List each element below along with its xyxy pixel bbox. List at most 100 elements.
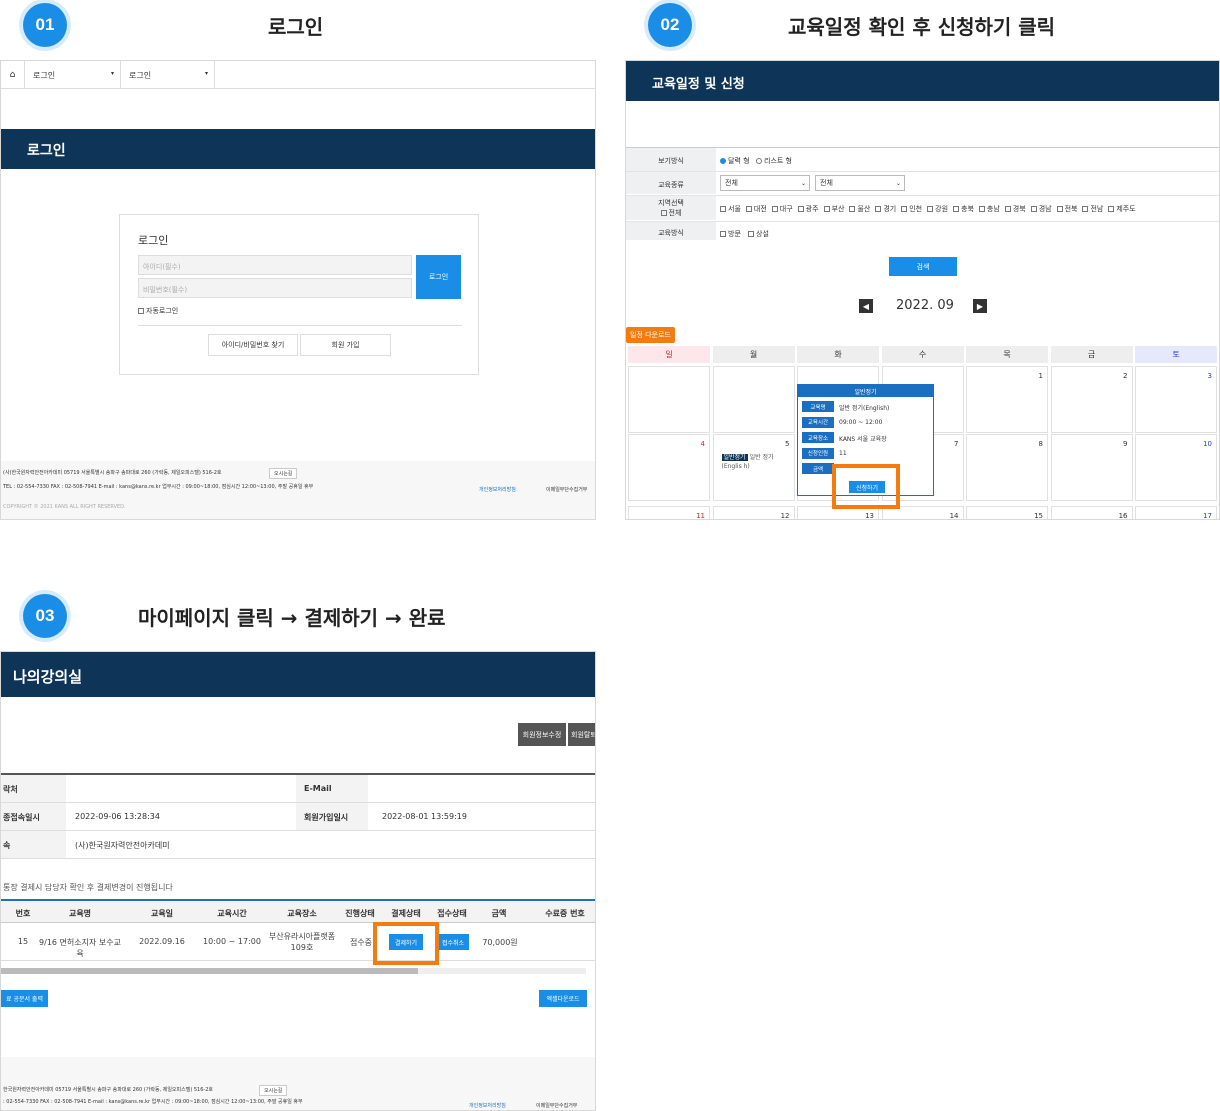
calendar-day-cell[interactable]: 3 <box>1135 366 1217 433</box>
calendar-event[interactable]: 일반정기 일반 정기(Englis h) <box>721 453 792 471</box>
step-2-title: 교육일정 확인 후 신청하기 클릭 <box>788 15 1056 39</box>
day-number: 5 <box>785 440 790 448</box>
info-label: 종접속일시 <box>1 803 66 830</box>
calendar-day-cell[interactable]: 2 <box>1050 366 1133 433</box>
info-label: 속 <box>1 831 66 858</box>
info-label: 락처 <box>1 775 66 802</box>
excel-download-button[interactable]: 엑셀다운로드 <box>539 990 587 1007</box>
scrollbar-thumb[interactable] <box>1 968 418 974</box>
column-header: 진행상태 <box>345 909 375 918</box>
map-button[interactable]: 오시는길 <box>259 1085 288 1096</box>
horizontal-scrollbar[interactable] <box>1 968 586 974</box>
info-value: 2022-09-06 13:28:34 <box>75 812 160 821</box>
nav-menu-1-label: 로그인 <box>33 71 56 80</box>
top-nav: ⌂ 로그인 ▾ 로그인 ▾ <box>1 61 595 89</box>
calendar-day-cell[interactable]: 1 <box>966 366 1048 433</box>
popup-label: 신청인원 <box>802 447 834 459</box>
chevron-down-icon: ▾ <box>204 70 208 77</box>
email-policy-link[interactable]: 이메일무단수집거부 <box>536 1102 577 1109</box>
auto-login-label: 자동로그인 <box>146 307 179 315</box>
info-value: 2022-08-01 13:59:19 <box>382 812 467 821</box>
calendar-day-cell[interactable]: 12 <box>712 506 795 519</box>
chevron-down-icon: ▾ <box>110 70 114 77</box>
login-screenshot: ⌂ 로그인 ▾ 로그인 ▾ 로그인 로그인 아이디(필수) 비밀번호(필수) 로그인… <box>0 60 596 520</box>
divider <box>138 325 462 326</box>
day-number: 11 <box>696 512 705 520</box>
calendar-day-cell[interactable] <box>712 366 795 433</box>
day-number: 8 <box>1038 440 1043 448</box>
popup-value: 일반 정기(English) <box>839 405 890 412</box>
day-number: 16 <box>1118 512 1128 520</box>
cell-num: 15 <box>17 937 29 946</box>
calendar-day-cell[interactable]: 17 <box>1135 506 1217 519</box>
popup-title: 일반정기 <box>798 385 933 397</box>
column-header: 접수상태 <box>437 909 467 918</box>
password-input[interactable]: 비밀번호(필수) <box>138 278 412 298</box>
find-account-button[interactable]: 아이디/비밀번호 찾기 <box>208 334 298 356</box>
day-number: 4 <box>700 440 705 448</box>
nav-menu-2[interactable]: 로그인 ▾ <box>121 61 215 89</box>
column-header: 교육시간 <box>217 909 247 918</box>
home-icon[interactable]: ⌂ <box>1 61 25 89</box>
nav-menu-1[interactable]: 로그인 ▾ <box>25 61 121 89</box>
weekday-header: 목 <box>966 346 1048 363</box>
login-box-title: 로그인 <box>138 234 169 247</box>
popup-value: KANS 서울 교육장 <box>839 436 887 443</box>
popup-label: 교육장소 <box>802 432 834 443</box>
calendar-day-cell[interactable] <box>628 366 710 433</box>
step-3-badge: 03 <box>23 594 67 638</box>
join-button[interactable]: 회원 가입 <box>300 334 391 356</box>
calendar-day-cell[interactable]: 15 <box>966 506 1048 520</box>
popup-label: 금액 <box>802 463 834 474</box>
print-document-button[interactable]: 료 공문서 출력 <box>1 990 48 1007</box>
login-button[interactable]: 로그인 <box>416 255 461 299</box>
privacy-link[interactable]: 개인정보처리방침 <box>469 1102 506 1109</box>
footer: 한국원자력안전아카데미 05719 서울특별시 송파구 송파대로 260 (가락… <box>1 1057 595 1110</box>
login-box: 로그인 아이디(필수) 비밀번호(필수) 로그인 자동로그인 아이디/비밀번호 … <box>119 214 479 375</box>
cell-place: 부산유라시아플랫폼 109호 <box>268 932 336 952</box>
calendar-day-cell[interactable]: 11 <box>628 506 710 520</box>
popup-value: 11 <box>839 449 847 457</box>
column-header: 번호 <box>15 909 31 918</box>
info-row: 속 (사)한국원자력안전아카데미 <box>1 831 595 859</box>
column-header: 금액 <box>491 909 507 918</box>
member-info-table: 락처 E-Mail 종접속일시 2022-09-06 13:28:34 회원가입… <box>1 773 595 859</box>
privacy-link[interactable]: 개인정보처리방침 <box>479 486 516 493</box>
footer-contact: : 02-554-7330 FAX : 02-508-7941 E-mail :… <box>3 1099 303 1105</box>
footer-address: (사)한국원자력안전아카데미 05719 서울특별시 송파구 송파대로 260 … <box>3 470 222 476</box>
nav-menu-2-label: 로그인 <box>129 71 152 80</box>
apply-highlight <box>832 464 900 509</box>
column-header: 교육장소 <box>287 909 317 918</box>
info-row: 종접속일시 2022-09-06 13:28:34 회원가입일시 2022-08… <box>1 803 595 831</box>
calendar-day-cell[interactable]: 5 일반정기 일반 정기(Englis h) <box>712 434 795 501</box>
cell-name: 9/16 면허소지자 보수교육 <box>39 938 121 958</box>
day-number: 15 <box>1034 512 1043 520</box>
page-banner: 나의강의실 <box>1 652 595 697</box>
email-policy-link[interactable]: 이메일무단수집거부 <box>546 486 587 493</box>
auto-login-checkbox[interactable]: 자동로그인 <box>138 306 178 316</box>
schedule-screenshot: 교육일정 및 신청 보기방식 달력 형 리스트 형 교육종류 전체 ⌄ 전체 ⌄ 지… <box>625 60 1220 520</box>
map-button[interactable]: 오시는길 <box>269 468 298 479</box>
calendar-day-cell[interactable]: 8 <box>966 434 1048 501</box>
info-label: E-Mail <box>296 775 368 802</box>
info-label: 회원가입일시 <box>296 803 368 830</box>
id-input[interactable]: 아이디(필수) <box>138 255 412 275</box>
step-2-badge: 02 <box>648 3 692 47</box>
popup-value: 09:00 ~ 12:00 <box>839 418 883 426</box>
edit-profile-button[interactable]: 회원정보수정 <box>518 723 566 746</box>
withdraw-button[interactable]: 회원탈퇴 <box>568 723 595 746</box>
info-row: 락처 E-Mail <box>1 775 595 803</box>
weekday-header: 금 <box>1050 346 1133 363</box>
calendar-day-cell[interactable]: 4 <box>628 434 710 501</box>
footer-address: 한국원자력안전아카데미 05719 서울특별시 송파구 송파대로 260 (가락… <box>3 1087 213 1093</box>
pay-highlight <box>373 922 439 965</box>
cell-time: 10:00 ~ 17:00 <box>203 937 261 946</box>
day-number: 3 <box>1207 372 1212 380</box>
calendar-day-cell[interactable]: 9 <box>1050 434 1133 501</box>
calendar-day-cell[interactable]: 16 <box>1050 506 1133 520</box>
calendar-day-cell[interactable]: 10 <box>1135 434 1217 501</box>
footer: (사)한국원자력안전아카데미 05719 서울특별시 송파구 송파대로 260 … <box>1 461 595 519</box>
payment-notice: 통장 결제시 담당자 확인 후 결제변경이 진행됩니다 <box>3 883 173 892</box>
cell-amount: 70,000원 <box>482 938 518 947</box>
cancel-button[interactable]: 접수취소 <box>437 934 469 950</box>
